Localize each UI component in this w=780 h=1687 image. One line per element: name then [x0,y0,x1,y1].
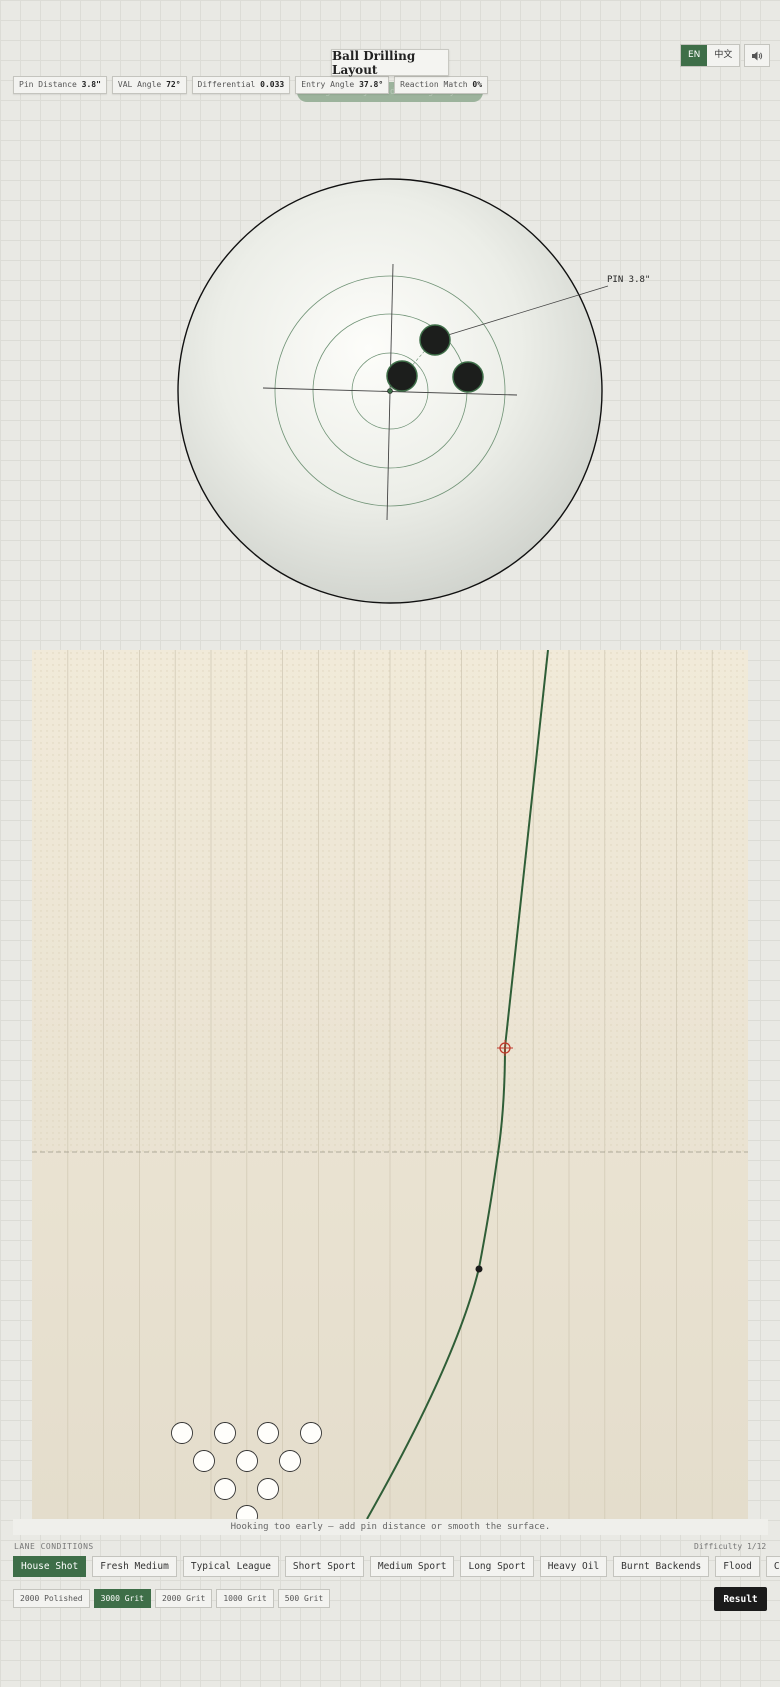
surface-1000-grit[interactable]: 1000 Grit [216,1589,274,1608]
result-button[interactable]: Result [714,1587,767,1611]
condition-typical-league[interactable]: Typical League [182,1556,279,1577]
stat-differential: Differential 0.033 [191,76,291,94]
condition-medium-sport[interactable]: Medium Sport [369,1556,455,1577]
difficulty-label: Difficulty 1/12 [694,1542,767,1551]
stat-reaction-match: Reaction Match 0% [394,76,489,94]
surface-3000-grit[interactable]: 3000 Grit [93,1589,151,1608]
condition-house-shot[interactable]: House Shot [13,1556,87,1577]
feedback-message: Hooking too early — add pin distance or … [13,1519,768,1535]
stat-val-angle: VAL Angle 72° [111,76,187,94]
breakpoint-marker [475,1265,483,1273]
condition-heavy-oil[interactable]: Heavy Oil [539,1556,608,1577]
pin-5 [236,1450,258,1472]
surface-row: 2000 Polished 3000 Grit 2000 Grit 1000 G… [13,1589,331,1608]
stat-pin-distance: Pin Distance 3.8" [13,76,107,94]
surface-500-grit[interactable]: 500 Grit [277,1589,331,1608]
condition-short-sport[interactable]: Short Sport [284,1556,364,1577]
page-title: Ball Drilling Layout [331,49,449,77]
pin-10 [300,1422,322,1444]
finger-hole-left[interactable] [386,360,418,392]
pin-3 [257,1478,279,1500]
pin-label: PIN 3.8" [607,275,650,285]
language-toggle: EN 中文 [680,44,741,67]
pin-4 [193,1450,215,1472]
condition-christmas-tree[interactable]: Christmas Tree [765,1556,780,1577]
pin-2 [214,1478,236,1500]
lane-conditions-row: House Shot Fresh Medium Typical League S… [13,1556,780,1577]
sound-button[interactable] [744,44,770,67]
stat-entry-angle: Entry Angle 37.8° [295,76,390,94]
condition-fresh-medium[interactable]: Fresh Medium [92,1556,177,1577]
surface-2000-polished[interactable]: 2000 Polished [13,1589,90,1608]
speaker-icon [752,51,763,60]
pin-6 [279,1450,301,1472]
surface-2000-grit[interactable]: 2000 Grit [154,1589,213,1608]
pin-9 [257,1422,279,1444]
pin-marker[interactable] [387,388,393,394]
lang-en-button[interactable]: EN [681,45,708,66]
pin-8 [214,1422,236,1444]
ball-layout[interactable]: PIN 3.8" [170,170,730,610]
stats-bar: Pin Distance 3.8" VAL Angle 72° Differen… [13,76,489,94]
pin-7 [171,1422,193,1444]
condition-flood[interactable]: Flood [715,1556,760,1577]
finger-hole-right[interactable] [452,361,484,393]
lang-zh-button[interactable]: 中文 [707,45,739,66]
lane-view [32,650,748,1519]
lane-conditions-scroller: House Shot Fresh Medium Typical League S… [0,1556,780,1578]
condition-burnt-backends[interactable]: Burnt Backends [613,1556,710,1577]
thumb-hole[interactable] [419,324,451,356]
lane-conditions-label: LANE CONDITIONS [14,1542,94,1551]
condition-long-sport[interactable]: Long Sport [460,1556,534,1577]
